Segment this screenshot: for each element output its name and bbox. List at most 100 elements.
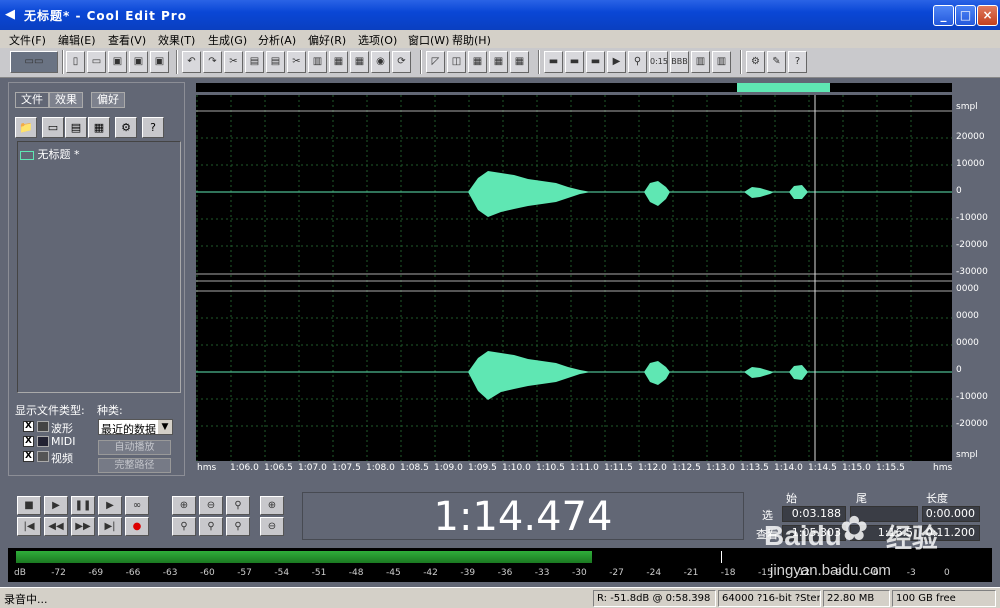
- go-to-end-button[interactable]: ▶|: [98, 517, 122, 536]
- paste-icon[interactable]: ✂: [287, 51, 306, 73]
- save-all-icon[interactable]: ▣: [150, 51, 169, 73]
- x-tick: 1:07.5: [332, 463, 361, 473]
- zoom-full-icon[interactable]: ⚲: [226, 496, 250, 515]
- y-tick: 10000: [956, 159, 985, 169]
- waveform-checkbox[interactable]: X: [23, 421, 34, 432]
- category-label: 种类:: [97, 404, 123, 417]
- maximize-button[interactable]: □: [955, 5, 976, 26]
- scripts-icon[interactable]: ✎: [767, 51, 786, 73]
- panel-help-icon[interactable]: ?: [142, 117, 164, 138]
- zoom-selection-icon[interactable]: ⚲: [226, 517, 250, 536]
- go-to-start-button[interactable]: |◀: [17, 517, 41, 536]
- open-file-icon[interactable]: ▭: [87, 51, 106, 73]
- full-path-button[interactable]: 完整路径: [98, 458, 171, 473]
- menu-generate[interactable]: 生成(G): [208, 32, 247, 48]
- new-file-icon[interactable]: ▯: [66, 51, 85, 73]
- insert-multitrack-icon[interactable]: ▦: [88, 117, 110, 138]
- meter-tick: -66: [125, 568, 141, 578]
- meter-icon[interactable]: ▥: [691, 51, 710, 73]
- levels-icon[interactable]: ▥: [712, 51, 731, 73]
- open-folder-icon[interactable]: 📁: [15, 117, 37, 138]
- y-tick: 0000: [956, 338, 979, 348]
- pause-button[interactable]: ❚❚: [71, 496, 95, 515]
- play-button[interactable]: ▶: [44, 496, 68, 515]
- zoom-left-icon[interactable]: ⚲: [172, 517, 196, 536]
- grid-icon[interactable]: ▦: [489, 51, 508, 73]
- trim-icon[interactable]: ▦: [350, 51, 369, 73]
- insert-icon[interactable]: ▤: [65, 117, 87, 138]
- bbb-icon[interactable]: BBB: [670, 51, 689, 73]
- close-button[interactable]: ×: [977, 5, 998, 26]
- menu-options[interactable]: 选项(O): [358, 32, 397, 48]
- x-tick: 1:11.5: [604, 463, 633, 473]
- help-icon[interactable]: ?: [788, 51, 807, 73]
- zoom-out-vertical-icon[interactable]: ⊖: [260, 517, 284, 536]
- meter-tick: -21: [683, 568, 699, 578]
- spectral-view-icon[interactable]: ▬: [565, 51, 584, 73]
- tab-effects[interactable]: 效果: [49, 92, 83, 108]
- zoom-right-icon[interactable]: ⚲: [199, 517, 223, 536]
- video-checkbox[interactable]: X: [23, 451, 34, 462]
- paste-new-icon[interactable]: ▥: [308, 51, 327, 73]
- tab-favorites[interactable]: 偏好: [91, 92, 125, 108]
- multitrack-toggle-button[interactable]: ▭▭: [10, 51, 58, 73]
- copy-icon[interactable]: ▤: [245, 51, 264, 73]
- pan-view-icon[interactable]: ▬: [586, 51, 605, 73]
- redo-icon[interactable]: ↷: [203, 51, 222, 73]
- y-tick: -20000: [956, 240, 988, 250]
- auto-play-button[interactable]: 自动播放: [98, 440, 171, 455]
- copy-new-icon[interactable]: ▤: [266, 51, 285, 73]
- stop-button[interactable]: ■: [17, 496, 41, 515]
- menu-window[interactable]: 窗口(W): [408, 32, 449, 48]
- fast-forward-button[interactable]: ▶▶: [71, 517, 95, 536]
- waveform-view-icon[interactable]: ▬: [544, 51, 563, 73]
- meter-tick: -18: [720, 568, 736, 578]
- cd-icon[interactable]: ◉: [371, 51, 390, 73]
- meter-tick: -30: [572, 568, 587, 578]
- waveform-display[interactable]: [196, 95, 952, 461]
- spectral-icon[interactable]: ▦: [468, 51, 487, 73]
- overview-visible-range[interactable]: [737, 83, 830, 92]
- zoom-in-vertical-icon[interactable]: ⊕: [260, 496, 284, 515]
- menu-favorites[interactable]: 偏好(R): [308, 32, 346, 48]
- tracks-icon[interactable]: ▦: [510, 51, 529, 73]
- menu-file[interactable]: 文件(F): [9, 32, 46, 48]
- record-button[interactable]: ●: [125, 517, 149, 536]
- options-icon[interactable]: ⚙: [115, 117, 137, 138]
- minimize-button[interactable]: _: [933, 5, 954, 26]
- loop-button[interactable]: ∞: [125, 496, 149, 515]
- overview-bar[interactable]: [196, 83, 952, 92]
- time-ruler[interactable]: hms 1:06.0 1:06.5 1:07.0 1:07.5 1:08.0 1…: [196, 461, 952, 475]
- menu-view[interactable]: 查看(V): [108, 32, 146, 48]
- play-icon[interactable]: ▶: [607, 51, 626, 73]
- mix-paste-icon[interactable]: ▦: [329, 51, 348, 73]
- cut-icon[interactable]: ✂: [224, 51, 243, 73]
- convert-icon[interactable]: ⟳: [392, 51, 411, 73]
- close-file-icon[interactable]: ▭: [42, 117, 64, 138]
- x-tick: 1:15.0: [842, 463, 871, 473]
- rewind-button[interactable]: ◀◀: [44, 517, 68, 536]
- x-tick: 1:09.5: [468, 463, 497, 473]
- zoom-icon[interactable]: ⚲: [628, 51, 647, 73]
- right-channel-wave: [468, 351, 808, 400]
- category-select[interactable]: 最近的数据 ▼: [98, 419, 173, 436]
- menu-help[interactable]: 帮助(H): [452, 32, 491, 48]
- x-tick: 1:12.5: [672, 463, 701, 473]
- settings-icon[interactable]: ⚙: [746, 51, 765, 73]
- menu-edit[interactable]: 编辑(E): [58, 32, 96, 48]
- play-to-end-button[interactable]: ▶: [98, 496, 122, 515]
- chevron-down-icon[interactable]: ▼: [158, 420, 172, 434]
- save-as-icon[interactable]: ▣: [129, 51, 148, 73]
- list-item[interactable]: 无标题 *: [20, 146, 80, 162]
- undo-icon[interactable]: ↶: [182, 51, 201, 73]
- menu-analyze[interactable]: 分析(A): [258, 32, 296, 48]
- snap-icon[interactable]: ◫: [447, 51, 466, 73]
- zoom-in-icon[interactable]: ⊕: [172, 496, 196, 515]
- time-format-icon[interactable]: 0:15: [649, 51, 668, 73]
- envelope-icon[interactable]: ◸: [426, 51, 445, 73]
- save-icon[interactable]: ▣: [108, 51, 127, 73]
- midi-checkbox[interactable]: X: [23, 436, 34, 447]
- zoom-out-icon[interactable]: ⊖: [199, 496, 223, 515]
- menu-effects[interactable]: 效果(T): [158, 32, 195, 48]
- tab-files[interactable]: 文件: [15, 92, 49, 108]
